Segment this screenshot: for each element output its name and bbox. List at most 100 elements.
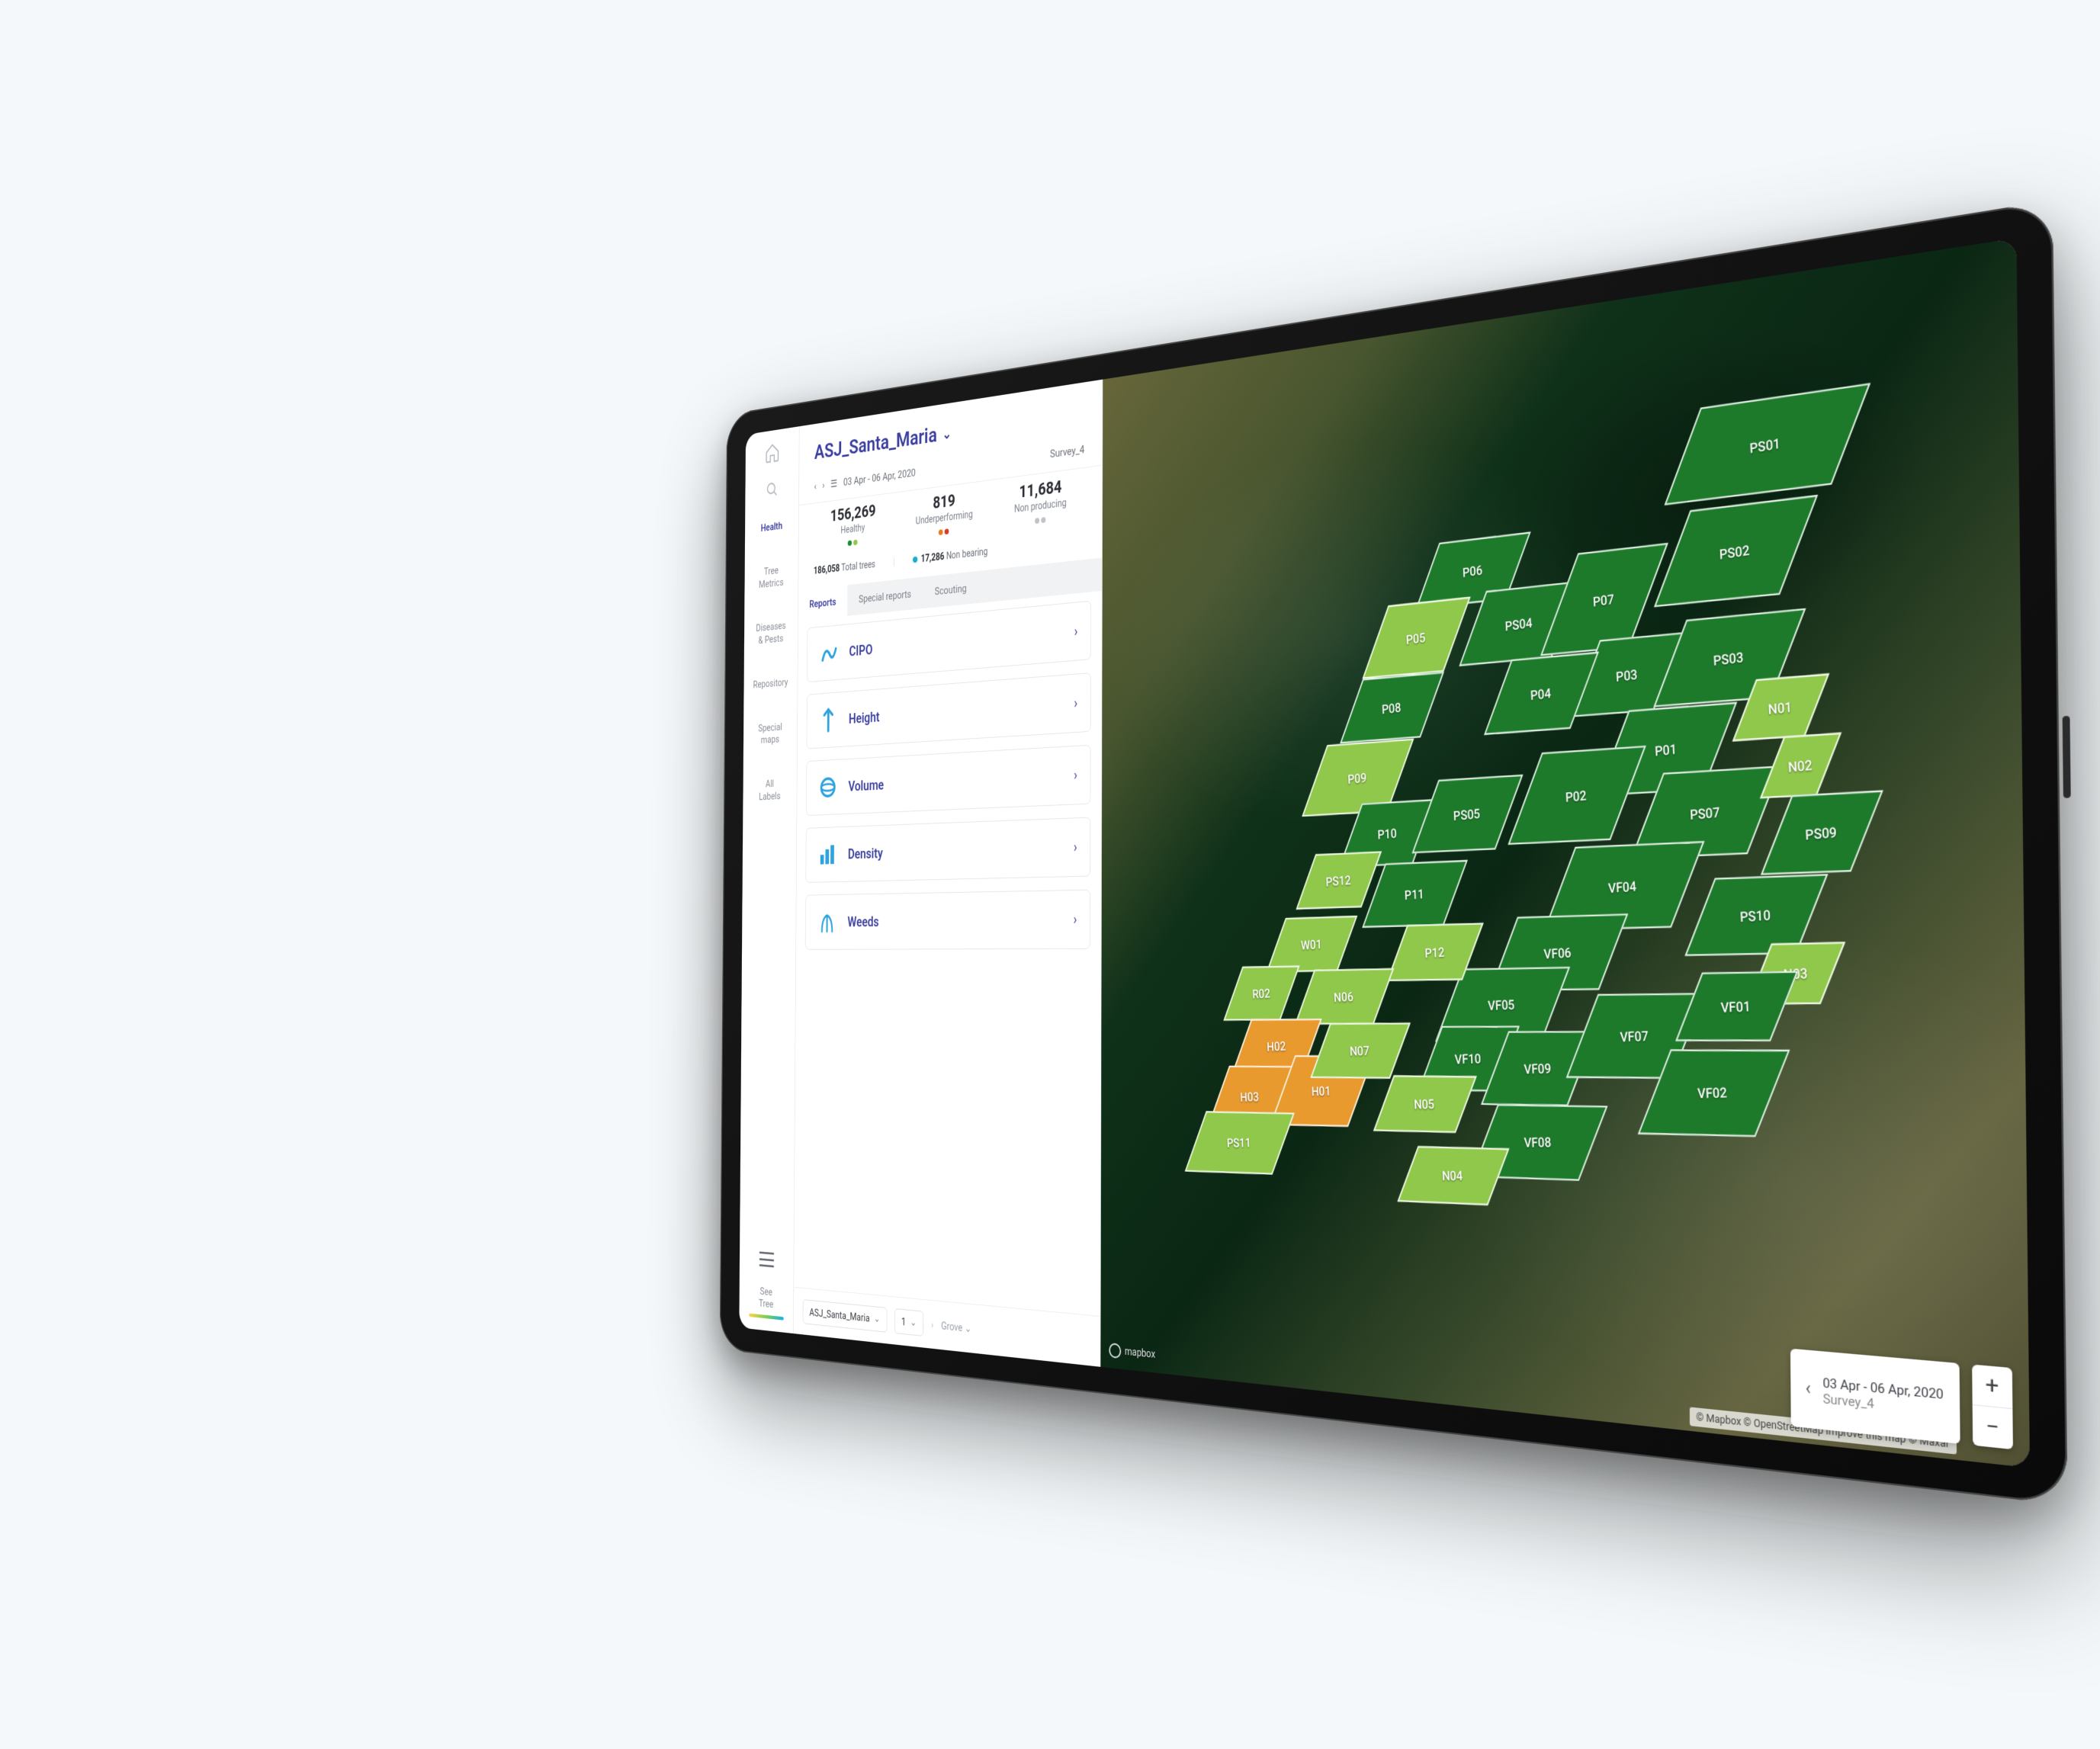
nav-tree-metrics[interactable]: Tree Metrics (759, 563, 784, 591)
home-icon[interactable] (764, 441, 780, 465)
date-calendar-icon[interactable]: ☰ (830, 477, 837, 490)
parcel-N03[interactable]: N03 (1747, 942, 1845, 1004)
nav-all-labels[interactable]: All Labels (759, 777, 781, 803)
parcel-PS09[interactable]: PS09 (1761, 790, 1883, 874)
parcel-label: P02 (1565, 787, 1587, 804)
parcels-layer: PS01 PS02 P06 P05 PS04 P07 P03 PS03 P08 P04 P09 P01… (1173, 339, 2002, 1150)
parcel-N02[interactable]: N02 (1760, 733, 1842, 799)
map-provider-text: mapbox (1125, 1346, 1155, 1361)
parcel-VF02[interactable]: VF02 (1638, 1049, 1790, 1137)
parcel-P08[interactable]: P08 (1340, 672, 1444, 743)
parcel-label: VF04 (1608, 878, 1637, 896)
nav-health[interactable]: Health (761, 519, 782, 534)
parcel-label: P04 (1530, 685, 1552, 703)
zoom-out-button[interactable]: − (1973, 1405, 2013, 1449)
parcel-P01[interactable]: P01 (1597, 702, 1738, 797)
parcel-VF01[interactable]: VF01 (1675, 971, 1798, 1041)
parcel-label: N04 (1442, 1167, 1463, 1183)
parcel-PS12[interactable]: PS12 (1296, 851, 1382, 910)
parcel-P05[interactable]: P05 (1362, 597, 1470, 679)
parcel-N01[interactable]: N01 (1732, 673, 1829, 741)
nav-diseases-pests[interactable]: Diseases & Pests (756, 620, 785, 647)
parcel-label: P11 (1405, 886, 1424, 903)
date-prev-button[interactable]: ‹ (814, 480, 817, 493)
report-density[interactable]: Density› (805, 817, 1090, 883)
parcel-PS07[interactable]: PS07 (1630, 765, 1781, 859)
parcel-P03[interactable]: P03 (1572, 632, 1684, 717)
height-icon (818, 706, 839, 734)
non-bearing-label: Non bearing (946, 546, 988, 562)
parcel-N04[interactable]: N04 (1397, 1146, 1509, 1205)
parcel-label: H03 (1240, 1089, 1259, 1104)
parcel-N05[interactable]: N05 (1373, 1075, 1477, 1132)
volume-icon (817, 773, 838, 801)
parcel-PS04[interactable]: PS04 (1459, 581, 1580, 666)
parcel-label: P12 (1424, 944, 1445, 961)
parcel-W01[interactable]: W01 (1267, 916, 1358, 973)
parcel-label: VF02 (1697, 1084, 1728, 1102)
parcel-N07[interactable]: N07 (1310, 1022, 1411, 1079)
parcel-P04[interactable]: P04 (1484, 652, 1599, 735)
parcel-VF05[interactable]: VF05 (1435, 967, 1570, 1041)
date-range-text: 03 Apr - 06 Apr, 2020 (843, 467, 916, 489)
parcel-VF06[interactable]: VF06 (1490, 913, 1629, 991)
crumb-farm[interactable]: ASJ_Santa_Maria ⌄ (803, 1299, 888, 1333)
parcel-label: P03 (1616, 666, 1638, 684)
parcel-VF04[interactable]: VF04 (1543, 841, 1704, 931)
parcel-label: N05 (1414, 1096, 1435, 1112)
search-icon[interactable] (765, 480, 779, 500)
breadcrumb: ASJ_Santa_Maria ⌄ 1 ⌄ › Grove ⌄ (794, 1287, 1100, 1367)
parcel-PS10[interactable]: PS10 (1684, 874, 1828, 956)
parcel-VF07[interactable]: VF07 (1566, 993, 1706, 1079)
parcel-label: R02 (1252, 986, 1270, 1002)
nav-repository[interactable]: Repository (753, 676, 788, 691)
parcel-label: PS02 (1719, 541, 1750, 562)
parcel-P12[interactable]: P12 (1386, 923, 1483, 981)
report-weeds[interactable]: Weeds› (805, 890, 1090, 950)
parcel-VF09[interactable]: VF09 (1481, 1031, 1597, 1106)
map-date-card: ‹ 03 Apr - 06 Apr, 2020 Survey_4 (1790, 1349, 1960, 1444)
parcel-PS03[interactable]: PS03 (1653, 608, 1806, 708)
date-next-button[interactable]: › (822, 479, 824, 491)
parcel-H01[interactable]: H01 (1270, 1055, 1374, 1127)
parcel-VF10[interactable]: VF10 (1418, 1026, 1520, 1092)
parcel-P11[interactable]: P11 (1362, 860, 1468, 928)
parcel-PS11[interactable]: PS11 (1185, 1111, 1295, 1174)
parcel-label: VF07 (1620, 1028, 1649, 1045)
parcel-label: P05 (1406, 630, 1426, 647)
parcel-VF08[interactable]: VF08 (1470, 1104, 1607, 1181)
parcel-PS02[interactable]: PS02 (1654, 495, 1818, 607)
tab-reports[interactable]: Reports (798, 585, 848, 621)
parcel-label: PS03 (1713, 649, 1744, 669)
map-date-prev-button[interactable]: ‹ (1806, 1378, 1812, 1400)
survey-label: Survey_4 (1050, 443, 1084, 461)
total-trees-label: Total trees (841, 559, 875, 573)
parcel-PS05[interactable]: PS05 (1412, 775, 1524, 854)
parcel-label: PS12 (1325, 872, 1351, 889)
crumb-page[interactable]: 1 ⌄ (894, 1308, 923, 1337)
tablet-frame: Health Tree Metrics Diseases & Pests Rep… (720, 200, 2068, 1505)
map-view[interactable]: PS01 PS02 P06 P05 PS04 P07 P03 PS03 P08 P04 P09 P01… (1100, 238, 2030, 1468)
report-label: Volume (848, 767, 1062, 794)
crumb-grove[interactable]: Grove ⌄ (941, 1319, 971, 1335)
parcel-label: P07 (1592, 591, 1614, 610)
tab-scouting[interactable]: Scouting (923, 571, 978, 608)
parcel-N06[interactable]: N06 (1295, 968, 1394, 1025)
map-date-range: 03 Apr - 06 Apr, 2020 (1822, 1375, 1944, 1402)
zoom-in-button[interactable]: + (1972, 1365, 2012, 1410)
report-height[interactable]: Height› (807, 672, 1091, 749)
parcel-label: N03 (1784, 964, 1809, 983)
parcel-P09[interactable]: P09 (1302, 739, 1414, 817)
brand-accent (749, 1314, 783, 1321)
parcel-P06[interactable]: P06 (1415, 531, 1530, 609)
parcel-P07[interactable]: P07 (1540, 543, 1668, 656)
nav-special-maps[interactable]: Special maps (758, 720, 782, 747)
parcel-PS01[interactable]: PS01 (1665, 383, 1871, 505)
parcel-R02[interactable]: R02 (1223, 965, 1299, 1020)
menu-icon[interactable] (759, 1251, 774, 1267)
parcel-P02[interactable]: P02 (1508, 746, 1646, 845)
sidebar-panel: ASJ_Santa_Maria ⌄ ‹ › ☰ 03 Apr - 06 Apr,… (794, 380, 1103, 1367)
parcel-label: PS04 (1504, 615, 1533, 634)
parcel-P10[interactable]: P10 (1339, 799, 1437, 868)
report-volume[interactable]: Volume› (806, 745, 1091, 816)
